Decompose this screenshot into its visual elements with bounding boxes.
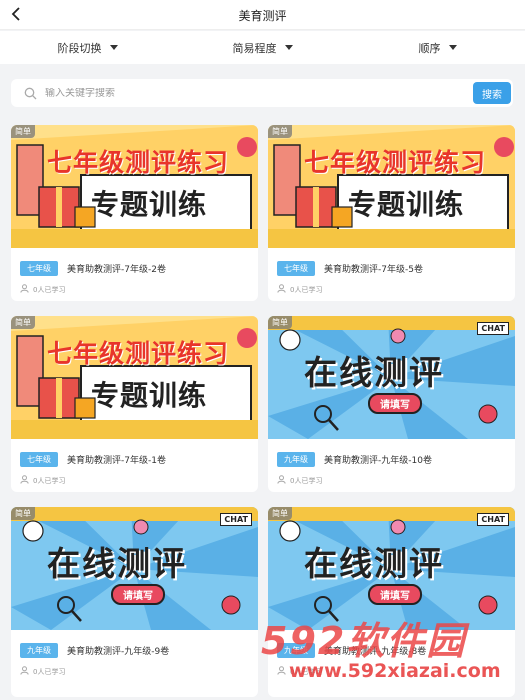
banner-headline: 七年级测评练习 xyxy=(304,148,487,177)
banner-fill-tag: 请填写 xyxy=(368,584,422,605)
chat-sticker: CHAT xyxy=(220,513,252,526)
caret-down-icon xyxy=(109,45,118,50)
course-card[interactable]: 简单 CHAT 在线测评 请填写 九年级 美育助教测评-九年级-9卷 0人已学习 xyxy=(11,507,258,697)
learner-count: 0人已学习 xyxy=(268,276,515,295)
grade-badge: 七年级 xyxy=(20,261,58,276)
course-title: 美育助教测评-7年级-2卷 xyxy=(67,265,166,275)
user-icon xyxy=(20,284,29,295)
difficulty-badge: 简单 xyxy=(11,507,35,520)
learner-count: 0人已学习 xyxy=(11,276,258,295)
course-banner: 简单 七年级测评练习 专题训练 xyxy=(11,316,258,439)
filter-order-label: 顺序 xyxy=(418,41,441,55)
course-card[interactable]: 简单 七年级测评练习 专题训练 七年级 美育助教测评-7年级-1卷 0人已学习 xyxy=(11,316,258,492)
difficulty-badge: 简单 xyxy=(268,507,292,520)
course-banner: 简单 七年级测评练习 专题训练 xyxy=(11,125,258,248)
chat-sticker: CHAT xyxy=(477,513,509,526)
grade-badge: 七年级 xyxy=(277,261,315,276)
top-bar: 美育测评 xyxy=(0,0,525,30)
user-icon xyxy=(277,475,286,486)
learner-count-text: 0人已学习 xyxy=(290,285,323,294)
course-card[interactable]: 简单 七年级测评练习 专题训练 七年级 美育助教测评-7年级-5卷 0人已学习 xyxy=(268,125,515,301)
course-card[interactable]: 简单 CHAT 在线测评 请填写 九年级 美育助教测评-九年级-10卷 0人已学… xyxy=(268,316,515,492)
course-title: 美育助教测评-7年级-1卷 xyxy=(67,456,166,466)
learner-count-text: 0人已学习 xyxy=(33,476,66,485)
learner-count-text: 0人已学习 xyxy=(33,667,66,676)
difficulty-badge: 简单 xyxy=(268,125,292,138)
watermark: 592软件园 www.592xiazai.com xyxy=(259,610,519,696)
banner-fill-tag: 请填写 xyxy=(368,393,422,414)
search-button[interactable]: 搜索 xyxy=(473,82,511,104)
filter-stage-label: 阶段切换 xyxy=(57,41,102,55)
course-title: 美育助教测评-7年级-5卷 xyxy=(324,265,423,275)
filter-difficulty-label: 简易程度 xyxy=(232,41,277,55)
difficulty-badge: 简单 xyxy=(268,316,292,329)
learner-count-text: 0人已学习 xyxy=(290,476,323,485)
page-title: 美育测评 xyxy=(238,9,287,23)
learner-count-text: 0人已学习 xyxy=(33,285,66,294)
banner-headline: 在线测评 xyxy=(304,353,444,392)
search-bar: 搜索 xyxy=(11,79,513,107)
user-icon xyxy=(20,666,29,677)
course-banner: 简单 CHAT 在线测评 请填写 xyxy=(11,507,258,630)
banner-subheadline: 专题训练 xyxy=(91,379,208,412)
learner-count: 0人已学习 xyxy=(11,658,258,677)
banner-headline: 七年级测评练习 xyxy=(47,339,230,368)
caret-down-icon xyxy=(284,45,293,50)
course-title: 美育助教测评-九年级-10卷 xyxy=(324,456,432,466)
search-input[interactable] xyxy=(45,87,445,99)
filter-bar: 阶段切换 简易程度 顺序 xyxy=(0,31,525,64)
watermark-url: www.592xiazai.com xyxy=(289,660,501,682)
course-banner: 简单 七年级测评练习 专题训练 xyxy=(268,125,515,248)
difficulty-badge: 简单 xyxy=(11,125,35,138)
banner-subheadline: 专题训练 xyxy=(91,188,208,221)
caret-down-icon xyxy=(448,45,457,50)
search-icon xyxy=(23,86,37,100)
chat-sticker: CHAT xyxy=(477,322,509,335)
grade-badge: 七年级 xyxy=(20,452,58,467)
grade-badge: 九年级 xyxy=(20,643,58,658)
user-icon xyxy=(20,475,29,486)
banner-subheadline: 专题训练 xyxy=(348,188,465,221)
banner-headline: 在线测评 xyxy=(304,544,444,583)
filter-difficulty[interactable]: 简易程度 xyxy=(175,31,350,64)
grade-badge: 九年级 xyxy=(277,452,315,467)
watermark-brand: 592软件园 xyxy=(261,619,467,663)
course-card[interactable]: 简单 七年级测评练习 专题训练 七年级 美育助教测评-7年级-2卷 0人已学习 xyxy=(11,125,258,301)
learner-count: 0人已学习 xyxy=(268,467,515,486)
course-title: 美育助教测评-九年级-9卷 xyxy=(67,647,170,657)
banner-fill-tag: 请填写 xyxy=(111,584,165,605)
filter-stage[interactable]: 阶段切换 xyxy=(0,31,175,64)
learner-count: 0人已学习 xyxy=(11,467,258,486)
course-banner: 简单 CHAT 在线测评 请填写 xyxy=(268,316,515,439)
banner-headline: 七年级测评练习 xyxy=(47,148,230,177)
filter-order[interactable]: 顺序 xyxy=(350,31,525,64)
difficulty-badge: 简单 xyxy=(11,316,35,329)
banner-headline: 在线测评 xyxy=(47,544,187,583)
user-icon xyxy=(277,284,286,295)
